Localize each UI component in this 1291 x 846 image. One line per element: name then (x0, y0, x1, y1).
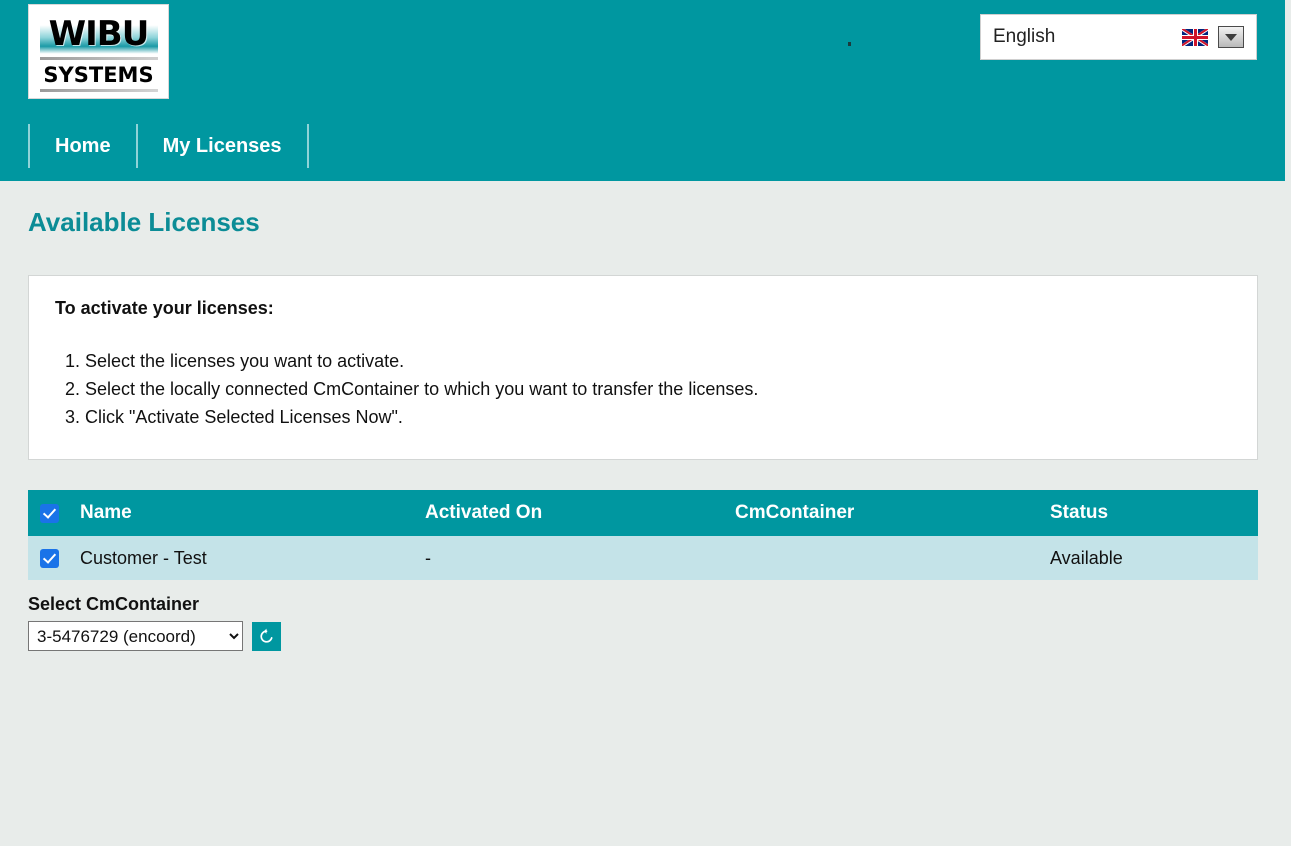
instruction-step: Click "Activate Selected Licenses Now". (85, 403, 1231, 431)
language-dropdown-button[interactable] (1218, 26, 1244, 48)
nav-divider (306, 124, 309, 168)
cmcontainer-label: Select CmContainer (28, 594, 200, 614)
select-all-checkbox[interactable] (40, 503, 59, 523)
row-checkbox[interactable] (40, 548, 59, 568)
cell-activated-on: - (425, 547, 431, 568)
column-header-status[interactable]: Status (1050, 502, 1258, 524)
logo-divider-bottom (39, 88, 158, 92)
logo-systems-text: SYSTEMS (43, 62, 154, 87)
column-header-name[interactable]: Name (80, 502, 425, 524)
table-header-row: Name Activated On CmContainer Status (28, 490, 1258, 536)
uk-flag-icon (1182, 28, 1208, 46)
instruction-step: Select the licenses you want to activate… (85, 347, 1231, 375)
cell-name: Customer - Test (80, 547, 207, 568)
licenses-table: Name Activated On CmContainer Status Cus… (28, 490, 1258, 580)
cell-status: Available (1050, 547, 1123, 568)
select-all-cell[interactable] (28, 503, 80, 523)
wibu-systems-logo: WIBU SYSTEMS (28, 4, 169, 99)
logo-wordmark: WIBU (39, 11, 158, 56)
table-row[interactable]: Customer - Test - Available (28, 536, 1258, 580)
main-navigation: Home My Licenses (28, 124, 309, 168)
nav-item-my-licenses[interactable]: My Licenses (138, 124, 307, 168)
site-header: WIBU SYSTEMS English Home My Licenses (0, 0, 1285, 181)
cmcontainer-select[interactable]: 3-5476729 (encoord) (28, 621, 243, 651)
nav-item-home[interactable]: Home (30, 124, 136, 168)
refresh-cmcontainer-button[interactable] (252, 621, 281, 651)
row-select-cell[interactable] (28, 548, 80, 568)
logo-wibu-text: WIBU (48, 13, 150, 54)
logo-divider-top (39, 56, 158, 60)
column-header-cmcontainer[interactable]: CmContainer (735, 502, 1050, 524)
instructions-title: To activate your licenses: (55, 298, 274, 318)
header-dot-artifact (848, 42, 851, 46)
instructions-panel: To activate your licenses: Select the li… (28, 275, 1258, 460)
refresh-icon (260, 628, 273, 643)
instructions-list: Select the licenses you want to activate… (55, 347, 1231, 431)
language-selected-label: English (993, 26, 1056, 47)
triangle-down-icon (1225, 33, 1237, 41)
language-selector[interactable]: English (980, 14, 1257, 60)
instruction-step: Select the locally connected CmContainer… (85, 375, 1231, 403)
column-header-activated-on[interactable]: Activated On (425, 502, 735, 524)
cmcontainer-controls: 3-5476729 (encoord) (28, 621, 281, 651)
page-title: Available Licenses (28, 207, 260, 237)
